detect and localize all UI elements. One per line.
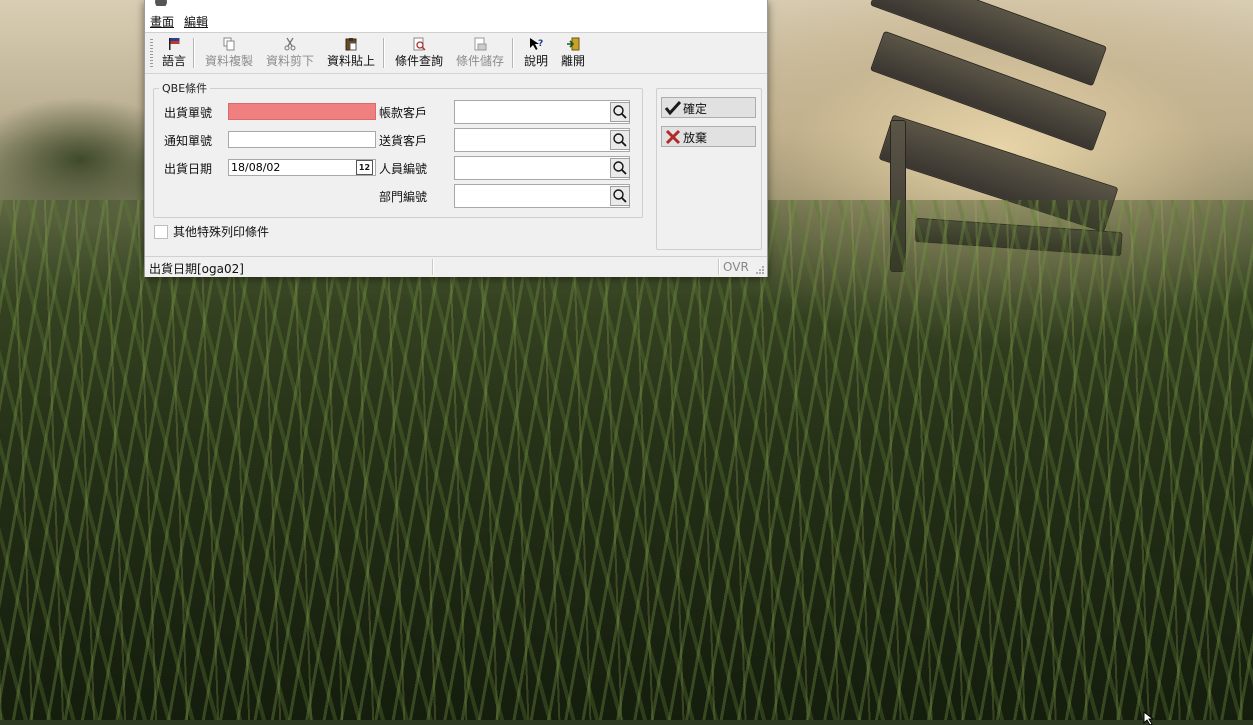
qbe-group-title: QBE條件 bbox=[159, 80, 211, 96]
copy-icon bbox=[223, 37, 235, 51]
copy-data-button[interactable]: 資料複製 bbox=[203, 35, 255, 71]
clipboard-icon bbox=[345, 38, 357, 51]
cross-icon bbox=[665, 129, 681, 145]
shipment-no-label: 出貨單號 bbox=[164, 106, 213, 120]
svg-text:?: ? bbox=[538, 39, 543, 49]
save-query-button[interactable]: 條件儲存 bbox=[454, 35, 506, 71]
query-icon bbox=[413, 37, 426, 51]
dept-no-label: 部門編號 bbox=[379, 190, 428, 204]
language-button[interactable]: 語言 bbox=[159, 35, 189, 71]
account-customer-label: 帳款客戶 bbox=[379, 106, 428, 120]
staff-no-input[interactable] bbox=[454, 156, 630, 180]
status-divider bbox=[718, 259, 720, 275]
dept-no-lookup-button[interactable] bbox=[610, 186, 630, 206]
help-button[interactable]: ? 說明 bbox=[521, 35, 551, 71]
cancel-button[interactable]: 放棄 bbox=[661, 126, 756, 147]
ship-customer-lookup-button[interactable] bbox=[610, 130, 630, 150]
magnifier-icon bbox=[613, 161, 627, 175]
app-icon bbox=[155, 0, 167, 6]
exit-button[interactable]: 離開 bbox=[558, 35, 588, 71]
checkmark-icon bbox=[664, 100, 682, 116]
ship-date-input[interactable] bbox=[228, 159, 376, 176]
notice-no-input[interactable] bbox=[228, 131, 376, 148]
help-icon: ? bbox=[530, 38, 543, 50]
notice-no-label: 通知單號 bbox=[164, 134, 213, 148]
window-titlebar bbox=[145, 0, 767, 10]
toolbar-separator bbox=[383, 38, 385, 68]
query-button[interactable]: 條件查詢 bbox=[393, 35, 445, 71]
staff-no-lookup-button[interactable] bbox=[610, 158, 630, 178]
status-field-hint: 出貨日期[oga02] bbox=[149, 262, 244, 276]
wallpaper-grass bbox=[0, 200, 1253, 720]
ship-date-label: 出貨日期 bbox=[164, 162, 213, 176]
flag-icon bbox=[169, 38, 180, 50]
qbe-dialog-window: 畫面 編輯 語言 資料複製 資料剪下 資料貼上 條件查詢 條件儲存 ? 說明 離… bbox=[144, 0, 768, 277]
menu-edit[interactable]: 編輯 bbox=[184, 13, 208, 30]
status-mode: OVR bbox=[723, 260, 749, 274]
save-query-icon bbox=[474, 37, 487, 51]
account-customer-input[interactable] bbox=[454, 100, 630, 124]
status-bar: 出貨日期[oga02] OVR bbox=[145, 256, 767, 277]
confirm-button[interactable]: 確定 bbox=[661, 97, 756, 118]
scissors-icon bbox=[284, 37, 296, 51]
menu-bar: 畫面 編輯 bbox=[145, 10, 767, 33]
toolbar-separator bbox=[193, 38, 195, 68]
ship-customer-input[interactable] bbox=[454, 128, 630, 152]
dept-no-input[interactable] bbox=[454, 184, 630, 208]
toolbar-grip[interactable] bbox=[150, 39, 153, 67]
magnifier-icon bbox=[613, 189, 627, 203]
special-print-label: 其他特殊列印條件 bbox=[173, 225, 270, 239]
menu-screen[interactable]: 畫面 bbox=[150, 13, 174, 30]
special-print-checkbox[interactable] bbox=[154, 225, 168, 239]
magnifier-icon bbox=[613, 105, 627, 119]
resize-grip-icon[interactable] bbox=[755, 265, 765, 275]
shipment-no-input[interactable] bbox=[228, 103, 376, 120]
cut-data-button[interactable]: 資料剪下 bbox=[264, 35, 316, 71]
toolbar-separator bbox=[512, 38, 514, 68]
account-customer-lookup-button[interactable] bbox=[610, 102, 630, 122]
magnifier-icon bbox=[613, 133, 627, 147]
ship-customer-label: 送貨客戶 bbox=[379, 134, 428, 148]
exit-icon bbox=[567, 37, 580, 51]
paste-data-button[interactable]: 資料貼上 bbox=[325, 35, 377, 71]
calendar-picker-button[interactable]: 12 bbox=[356, 160, 373, 175]
staff-no-label: 人員編號 bbox=[379, 162, 428, 176]
mouse-cursor-icon bbox=[1143, 711, 1155, 725]
toolbar: 語言 資料複製 資料剪下 資料貼上 條件查詢 條件儲存 ? 說明 離開 bbox=[145, 33, 767, 74]
status-divider bbox=[432, 259, 434, 275]
